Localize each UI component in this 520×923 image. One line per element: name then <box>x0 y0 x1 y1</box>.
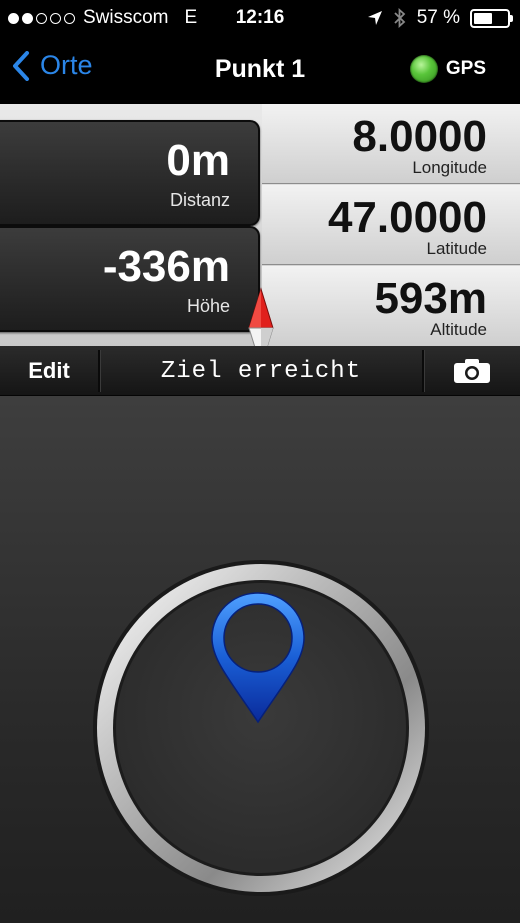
data-panel: 8.0000 Longitude 47.0000 Latitude 593m A… <box>0 104 520 369</box>
altitude-label: Altitude <box>430 320 487 339</box>
location-pin-icon <box>211 592 305 724</box>
edit-button[interactable]: Edit <box>0 346 98 396</box>
height-card: -336m Höhe <box>0 226 260 332</box>
status-message: Ziel erreicht <box>160 357 362 385</box>
gps-status-light-icon <box>409 55 438 83</box>
latitude-value: 47.0000 <box>327 193 487 242</box>
latitude-label: Latitude <box>426 239 488 258</box>
altitude-cell: 593m Altitude <box>262 266 520 346</box>
camera-icon <box>454 359 490 383</box>
longitude-cell: 8.0000 Longitude <box>262 104 520 184</box>
height-label: Höhe <box>186 296 230 316</box>
longitude-label: Longitude <box>412 158 487 177</box>
distance-value: 0m <box>166 136 230 185</box>
compass-area <box>0 396 520 923</box>
camera-button[interactable] <box>424 346 520 396</box>
location-arrow-icon <box>367 11 382 25</box>
navigation-bar: Orte Punkt 1 GPS <box>0 36 520 104</box>
toolbar: Edit Ziel erreicht <box>0 346 520 396</box>
height-value: -336m <box>102 242 230 291</box>
battery-icon <box>470 8 513 28</box>
status-bar: Swisscom E 12:16 57 % <box>0 0 520 36</box>
status-bar-right: 57 % <box>367 7 513 29</box>
bluetooth-icon <box>394 8 405 28</box>
gps-indicator: GPS <box>409 55 486 83</box>
battery-percent: 57 % <box>416 7 460 28</box>
latitude-cell: 47.0000 Latitude <box>262 185 520 265</box>
longitude-value: 8.0000 <box>352 112 487 161</box>
distance-card: 0m Distanz <box>0 120 260 226</box>
battery-fill <box>474 12 493 24</box>
gps-label: GPS <box>445 58 486 79</box>
distance-label: Distanz <box>169 190 230 210</box>
altitude-value: 593m <box>374 274 487 323</box>
